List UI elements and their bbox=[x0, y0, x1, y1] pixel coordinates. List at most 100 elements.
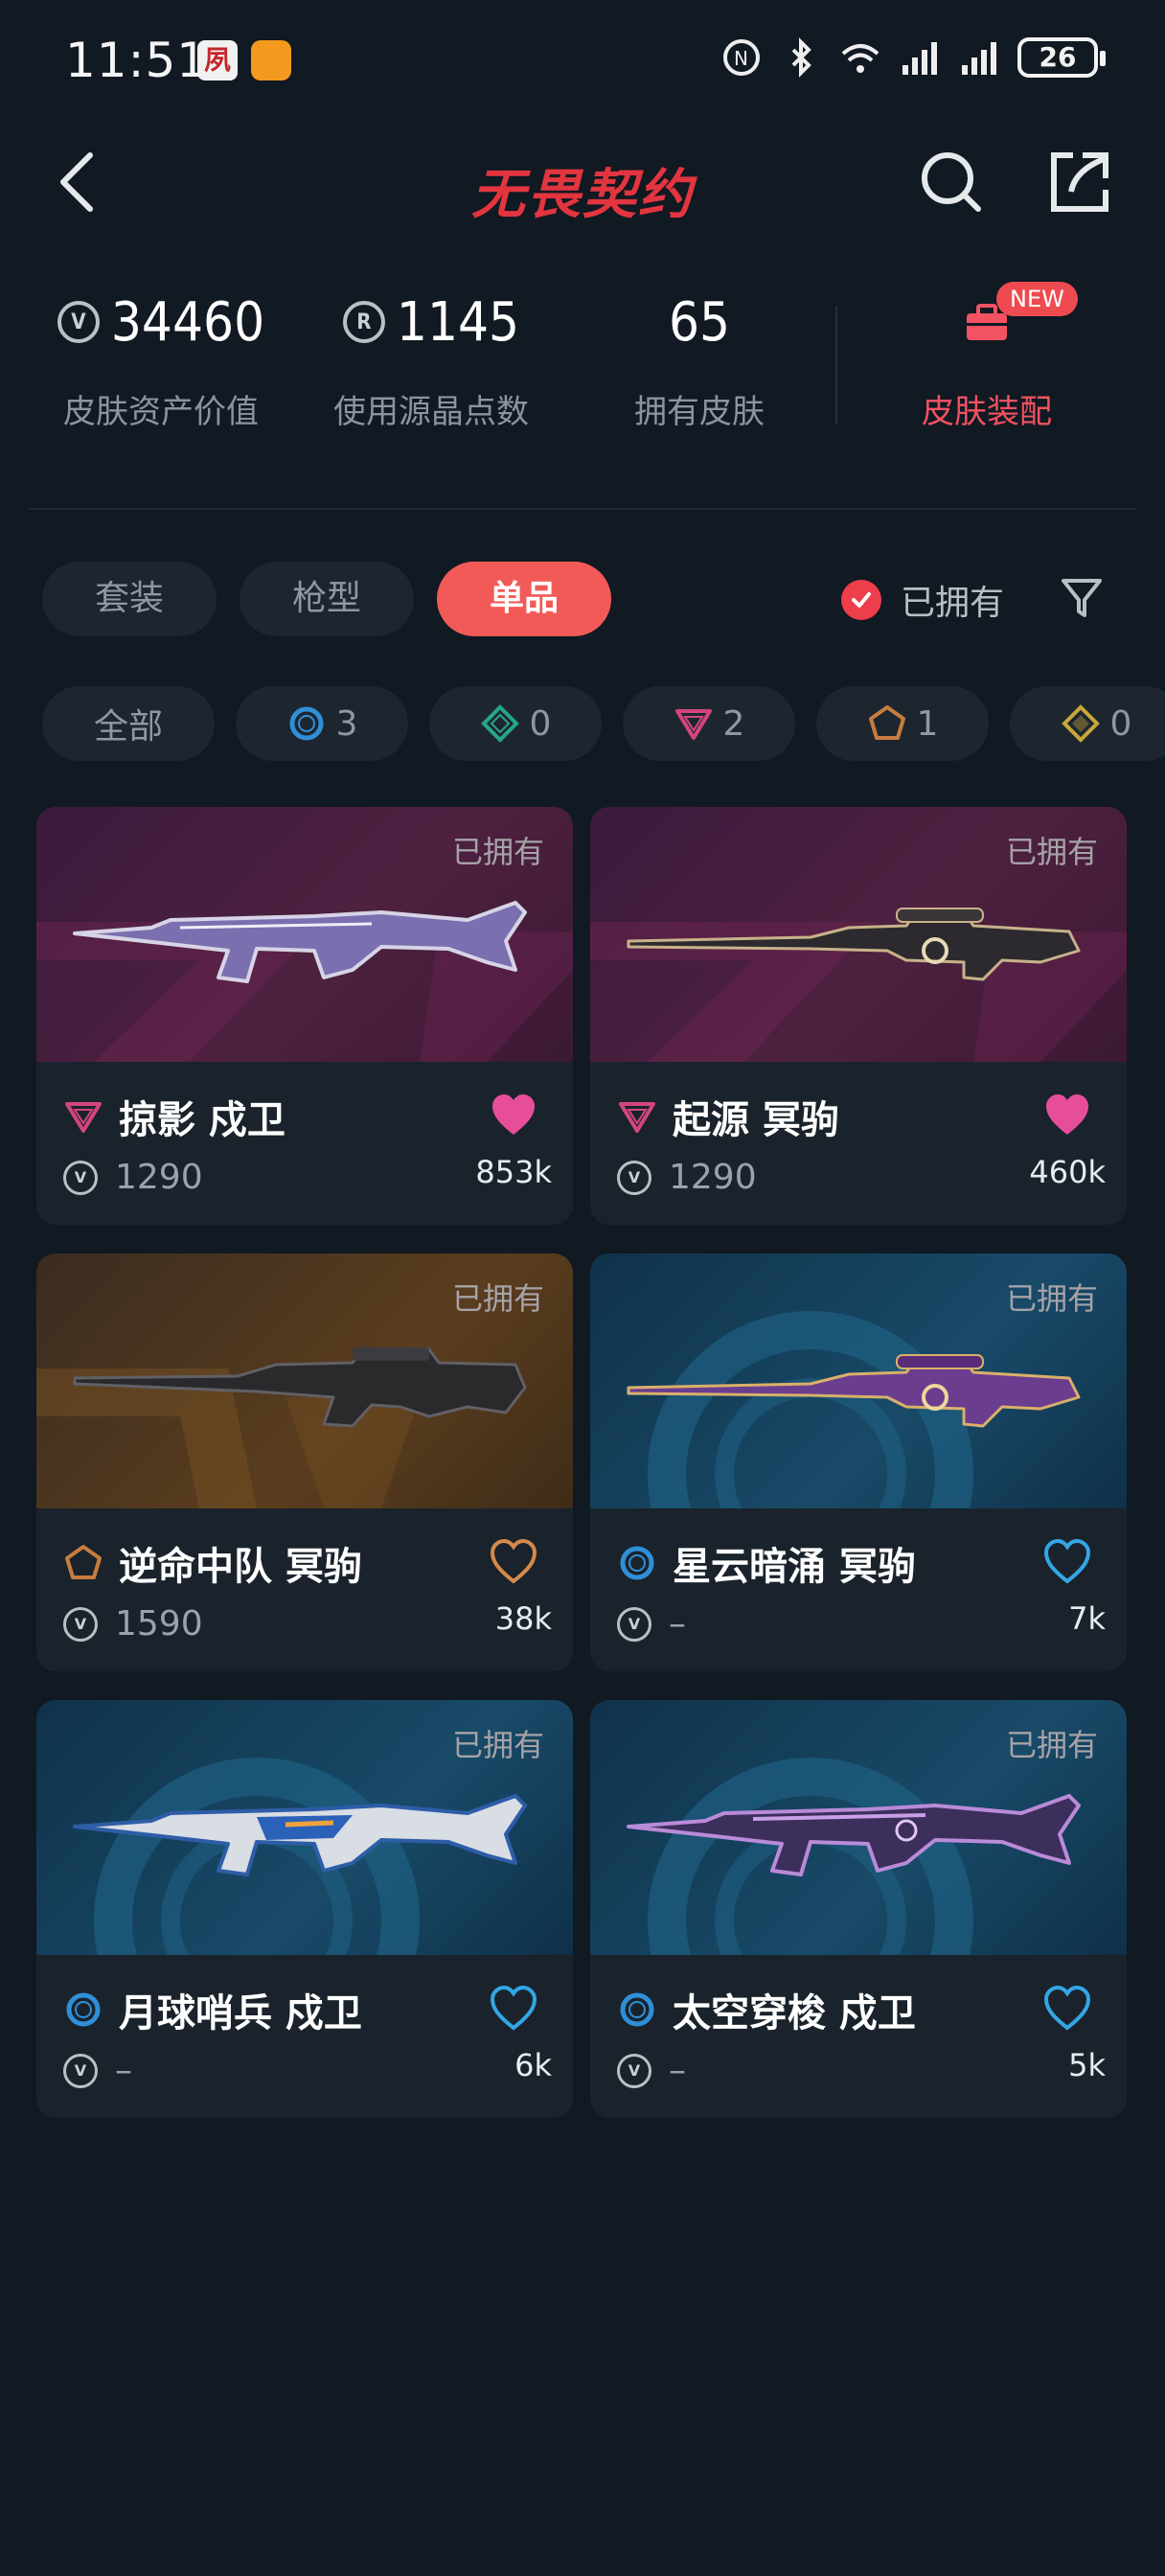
weapon-icon bbox=[73, 1794, 527, 1876]
chip-count: 2 bbox=[722, 703, 745, 744]
rarity-filter-chips: 全部 3 0 2 1 0 bbox=[42, 686, 1165, 761]
skin-name-row: 星云暗涌 冥驹 bbox=[617, 1535, 916, 1591]
battery-icon: 26 bbox=[1017, 37, 1106, 78]
stat-owned-skins: 65 拥有皮肤 bbox=[565, 288, 834, 432]
chip-ultra-rarity[interactable]: 0 bbox=[1010, 686, 1165, 761]
premium-rarity-icon bbox=[65, 1102, 102, 1133]
skin-name: 星云暗涌 冥驹 bbox=[673, 1545, 916, 1589]
select-rarity-icon bbox=[620, 1992, 654, 2027]
owned-skins-label: 拥有皮肤 bbox=[634, 393, 765, 431]
skin-name-row: 逆命中队 冥驹 bbox=[63, 1535, 362, 1591]
skin-name: 起源 冥驹 bbox=[673, 1098, 839, 1142]
tab-bundles[interactable]: 套装 bbox=[42, 562, 217, 636]
heart-outline-icon[interactable] bbox=[1042, 1984, 1092, 2034]
svg-text:N: N bbox=[734, 47, 748, 70]
ultra-rarity-icon bbox=[1061, 704, 1100, 743]
heart-icon[interactable] bbox=[489, 1091, 538, 1140]
exclusive-rarity-icon bbox=[868, 705, 905, 740]
select-rarity-icon bbox=[66, 1992, 101, 2027]
chip-count: 0 bbox=[1109, 703, 1132, 744]
valorant-points-icon: V bbox=[617, 1160, 651, 1195]
like-count: 853k bbox=[475, 1154, 552, 1190]
skin-price: 1290 bbox=[669, 1158, 757, 1197]
heart-outline-icon[interactable] bbox=[489, 1984, 538, 2034]
price-row: V – bbox=[617, 1604, 686, 1644]
tab-single-items[interactable]: 单品 bbox=[437, 562, 611, 636]
heart-outline-icon[interactable] bbox=[489, 1537, 538, 1587]
chip-select-rarity[interactable]: 3 bbox=[236, 686, 408, 761]
weapon-icon bbox=[627, 908, 1081, 981]
skin-equip-button[interactable]: NEW 皮肤装配 bbox=[853, 282, 1121, 432]
app-notification-icon: 夙 bbox=[197, 40, 238, 80]
chip-deluxe-rarity[interactable]: 0 bbox=[429, 686, 602, 761]
skin-card[interactable]: 已拥有 太空穿梭 戍卫 V – 5k bbox=[590, 1700, 1127, 2118]
owned-filter-toggle[interactable]: 已拥有 bbox=[841, 575, 1004, 625]
radianite-label: 使用源晶点数 bbox=[333, 393, 529, 431]
price-row: V 1290 bbox=[63, 1158, 203, 1197]
status-bar: 11:51 夙 N 26 bbox=[0, 0, 1165, 115]
asset-value-label: 皮肤资产价值 bbox=[63, 393, 259, 431]
skin-price: – bbox=[115, 2051, 132, 2090]
skin-card[interactable]: 已拥有 月球哨兵 戍卫 V – 6k bbox=[36, 1700, 573, 2118]
owned-tag: 已拥有 bbox=[1005, 1727, 1098, 1763]
weapon-icon bbox=[627, 1794, 1081, 1876]
chip-all[interactable]: 全部 bbox=[42, 686, 215, 761]
skin-name-row: 起源 冥驹 bbox=[617, 1089, 839, 1144]
skin-card[interactable]: 已拥有 起源 冥驹 V 1290 460k bbox=[590, 807, 1127, 1225]
chip-count: 1 bbox=[916, 703, 939, 744]
owned-tag: 已拥有 bbox=[1005, 1280, 1098, 1317]
wifi-icon bbox=[841, 44, 879, 73]
stats-panel: V 34460 皮肤资产价值 R 1145 使用源晶点数 65 拥有皮肤 NEW 皮… bbox=[0, 282, 1165, 460]
bluetooth-icon bbox=[791, 37, 811, 78]
valorant-points-icon: V bbox=[63, 1160, 98, 1195]
skin-name: 太空穿梭 戍卫 bbox=[673, 1991, 916, 2036]
skin-name: 逆命中队 冥驹 bbox=[119, 1545, 362, 1589]
new-badge: NEW bbox=[996, 282, 1078, 316]
owned-tag: 已拥有 bbox=[451, 1727, 544, 1763]
chip-count: 0 bbox=[529, 703, 552, 744]
filter-icon[interactable] bbox=[1058, 573, 1106, 621]
stat-asset-value: V 34460 皮肤资产价值 bbox=[27, 288, 295, 432]
asset-value: 34460 bbox=[110, 290, 265, 354]
valorant-points-icon: V bbox=[63, 2053, 98, 2088]
select-rarity-icon bbox=[620, 1546, 654, 1580]
like-count: 6k bbox=[514, 2047, 552, 2083]
skin-name-row: 月球哨兵 戍卫 bbox=[63, 1982, 362, 2037]
share-icon[interactable] bbox=[1044, 146, 1117, 218]
skin-price: 1290 bbox=[115, 1158, 203, 1197]
like-count: 38k bbox=[494, 1600, 552, 1637]
skin-card[interactable]: 已拥有 星云暗涌 冥驹 V – 7k bbox=[590, 1254, 1127, 1671]
app-notification-icon-2 bbox=[251, 40, 291, 80]
signal-icon-2 bbox=[962, 42, 996, 75]
chip-exclusive-rarity[interactable]: 1 bbox=[816, 686, 989, 761]
like-count: 5k bbox=[1068, 2047, 1106, 2083]
skin-name: 月球哨兵 戍卫 bbox=[119, 1991, 362, 2036]
skin-name-row: 掠影 戍卫 bbox=[63, 1089, 286, 1144]
skin-card[interactable]: 已拥有 逆命中队 冥驹 V 1590 38k bbox=[36, 1254, 573, 1671]
valorant-points-icon: V bbox=[63, 1606, 98, 1642]
premium-rarity-icon bbox=[619, 1102, 655, 1133]
skin-card[interactable]: 已拥有 掠影 戍卫 V 1290 853k bbox=[36, 807, 573, 1225]
divider bbox=[835, 307, 837, 424]
valorant-points-icon: V bbox=[617, 1606, 651, 1642]
heart-icon[interactable] bbox=[1042, 1091, 1092, 1140]
weapon-icon bbox=[73, 1347, 527, 1428]
skin-price: – bbox=[669, 1604, 686, 1644]
price-row: V 1590 bbox=[63, 1604, 203, 1644]
deluxe-rarity-icon bbox=[480, 704, 519, 743]
chip-premium-rarity[interactable]: 2 bbox=[623, 686, 795, 761]
category-tabs: 套装 枪型 单品 bbox=[42, 562, 611, 638]
price-row: V 1290 bbox=[617, 1158, 757, 1197]
exclusive-rarity-icon bbox=[65, 1545, 102, 1579]
owned-skins-value: 65 bbox=[668, 290, 731, 354]
valorant-points-icon: V bbox=[617, 2053, 651, 2088]
weapon-icon bbox=[73, 901, 527, 983]
owned-filter-label: 已拥有 bbox=[901, 584, 1005, 623]
heart-outline-icon[interactable] bbox=[1042, 1537, 1092, 1587]
owned-tag: 已拥有 bbox=[451, 1280, 544, 1317]
valorant-points-icon: V bbox=[57, 301, 100, 343]
like-count: 460k bbox=[1029, 1154, 1106, 1190]
tab-weapon-type[interactable]: 枪型 bbox=[240, 562, 414, 636]
search-icon[interactable] bbox=[915, 146, 988, 218]
select-rarity-icon bbox=[289, 706, 324, 741]
